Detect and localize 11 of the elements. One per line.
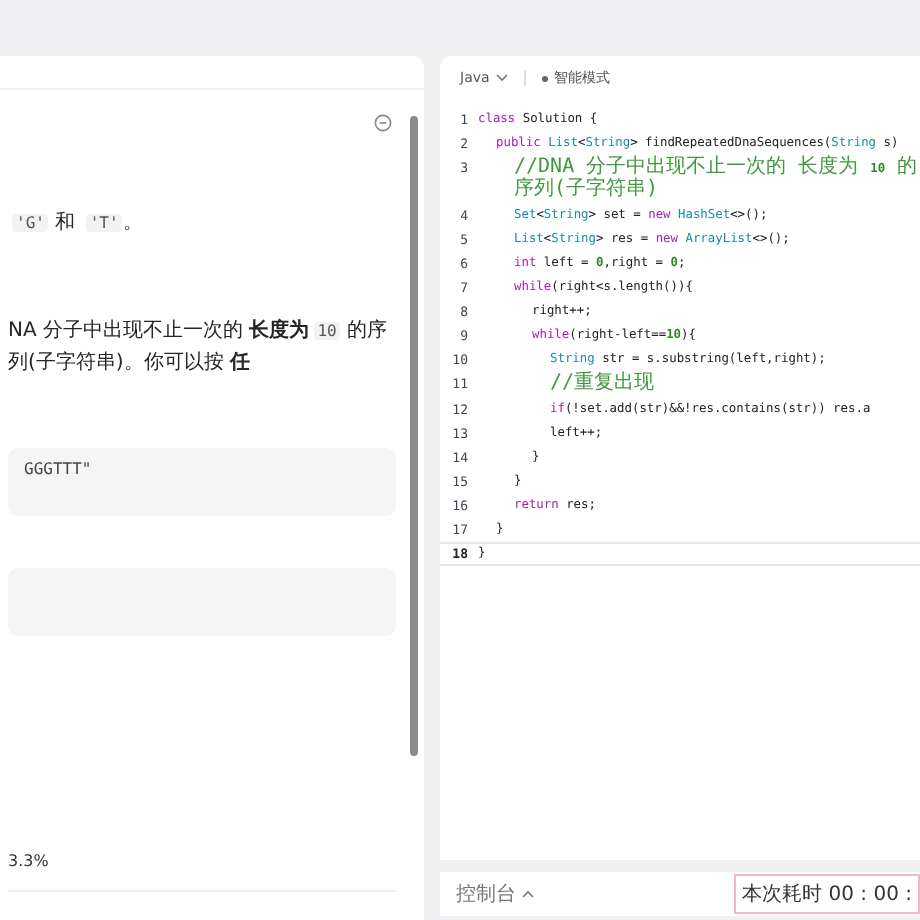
console-toggle[interactable]: 控制台 <box>456 880 534 908</box>
dot-icon <box>541 75 548 81</box>
circle-icon[interactable] <box>374 114 392 132</box>
description-text: 'G' 和 'T' 。 <box>10 209 145 238</box>
caret-icon <box>495 74 508 82</box>
example-block: GGGTTT" <box>8 448 396 516</box>
caret-icon <box>522 890 534 898</box>
code-line: //重复出现 <box>548 374 657 396</box>
acceptance-rate: 3.3% <box>8 852 396 892</box>
description-text: NA 分子中出现不止一次的 长度为 10 的序列(子字符串)。你可以按 任 <box>8 316 390 378</box>
elapsed-timer: 本次耗时 00 : 00 : <box>734 874 920 914</box>
